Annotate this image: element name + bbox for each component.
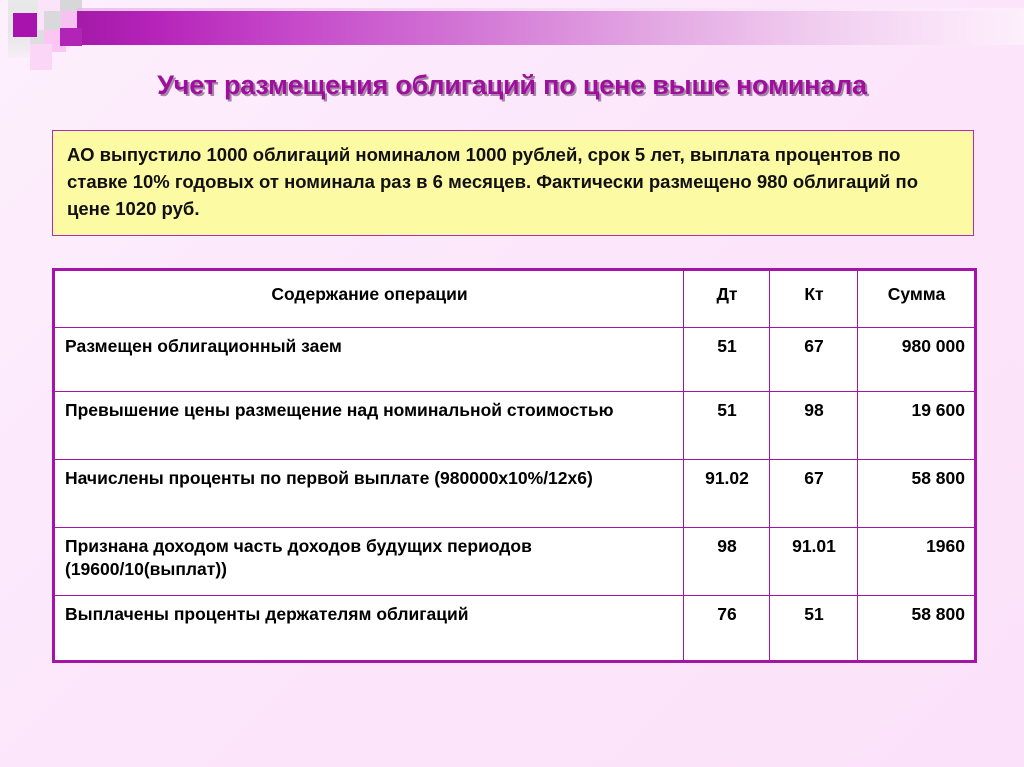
column-header-amount: Сумма — [857, 269, 976, 328]
problem-statement-text: АО выпустило 1000 облигаций номиналом 10… — [67, 144, 918, 220]
cell-description: Выплачены проценты держателям облигаций — [53, 595, 684, 662]
deco-gradient-bar — [77, 11, 1024, 45]
cell-credit: 67 — [769, 459, 858, 528]
cell-description: Признана доходом часть доходов будущих п… — [53, 527, 684, 596]
deco-purple-square — [13, 13, 37, 37]
table-header-row: Содержание операции Дт Кт Сумма — [53, 269, 976, 328]
table-row: Превышение цены размещение над номинальн… — [53, 391, 976, 460]
cell-amount: 1960 — [857, 527, 976, 596]
cell-debit: 51 — [683, 391, 770, 460]
cell-amount: 980 000 — [857, 327, 976, 392]
problem-statement-box: АО выпустило 1000 облигаций номиналом 10… — [52, 130, 974, 236]
cell-description: Начислены проценты по первой выплате (98… — [53, 459, 684, 528]
header-decoration — [0, 0, 1024, 70]
cell-debit: 51 — [683, 327, 770, 392]
cell-debit: 98 — [683, 527, 770, 596]
column-header-debit: Дт — [683, 269, 770, 328]
cell-amount: 58 800 — [857, 459, 976, 528]
column-header-description: Содержание операции — [53, 269, 684, 328]
cell-credit: 67 — [769, 327, 858, 392]
column-header-credit: Кт — [769, 269, 858, 328]
cell-amount: 58 800 — [857, 595, 976, 662]
cell-description: Превышение цены размещение над номинальн… — [53, 391, 684, 460]
cell-credit: 51 — [769, 595, 858, 662]
cell-credit: 98 — [769, 391, 858, 460]
cell-debit: 76 — [683, 595, 770, 662]
table-row: Выплачены проценты держателям облигаций … — [53, 595, 976, 662]
cell-credit: 91.01 — [769, 527, 858, 596]
operations-table-wrapper: Содержание операции Дт Кт Сумма Размещен… — [52, 268, 977, 663]
cell-amount: 19 600 — [857, 391, 976, 460]
cell-debit: 91.02 — [683, 459, 770, 528]
deco-pink-square-bright — [30, 44, 52, 70]
slide: Учет размещения облигаций по цене выше н… — [0, 0, 1024, 767]
operations-table: Содержание операции Дт Кт Сумма Размещен… — [52, 268, 977, 663]
page-title: Учет размещения облигаций по цене выше н… — [157, 70, 867, 100]
cell-description: Размещен облигационный заем — [53, 327, 684, 392]
table-row: Размещен облигационный заем 51 67 980 00… — [53, 327, 976, 392]
table-row: Начислены проценты по первой выплате (98… — [53, 459, 976, 528]
deco-purple-square-lower — [60, 28, 82, 46]
table-row: Признана доходом часть доходов будущих п… — [53, 527, 976, 596]
